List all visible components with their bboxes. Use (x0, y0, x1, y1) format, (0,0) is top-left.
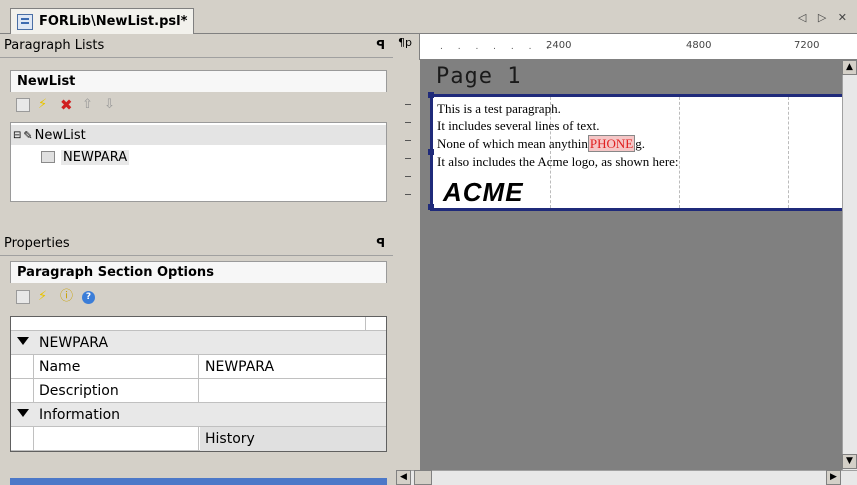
property-value[interactable] (200, 379, 205, 403)
tree-root-item[interactable]: ⊟ ✎ NewList (11, 125, 386, 145)
lightning-icon[interactable]: ⚡ (38, 98, 52, 112)
horizontal-ruler[interactable]: ¶p 2400 4800 7200 . . . . . . . (396, 34, 857, 60)
properties-toolbar: ⚡ ⓘ ? (10, 284, 387, 310)
selection-bar (10, 478, 387, 485)
paragraph-list-name: NewList (10, 70, 387, 92)
grid-header-row (11, 316, 386, 331)
scroll-up-icon[interactable]: ▲ (842, 60, 857, 75)
tree-child-label: NEWPARA (61, 149, 130, 165)
collapse-icon[interactable]: ⊟ (13, 130, 21, 141)
phone-field[interactable]: PHONE (587, 135, 636, 152)
document-tab[interactable]: FORLib\NewList.psl* (10, 8, 195, 34)
info-icon[interactable]: ⓘ (60, 290, 74, 304)
paragraph-lists-header: Paragraph Lists ꟼ (0, 34, 393, 58)
properties-section-title: Paragraph Section Options (10, 261, 387, 283)
delete-icon[interactable]: ✖ (60, 98, 74, 113)
pen-icon: ✎ (23, 128, 33, 142)
tree-root-label: NewList (34, 127, 86, 143)
tab-navigation-arrows[interactable]: ◁ ▷ ✕ (798, 11, 851, 24)
property-row-history[interactable]: History (11, 426, 386, 451)
scroll-down-icon[interactable]: ▼ (842, 454, 857, 469)
horizontal-scrollbar[interactable]: ◀ ▶ (396, 470, 857, 485)
paragraph-lists-title: Paragraph Lists (4, 38, 105, 53)
ruler-tick: 4800 (686, 40, 712, 51)
properties-header: Properties ꟼ (0, 232, 393, 256)
property-grid: NEWPARA Name NEWPARA Description Informa… (10, 316, 387, 452)
vertical-scrollbar[interactable]: ▲ ▼ (842, 60, 857, 470)
move-down-icon[interactable]: ⇩ (104, 98, 118, 112)
left-pane: Paragraph Lists ꟼ NewList ⚡ ✖ ⇧ ⇩ ⊟ ✎ Ne… (0, 34, 393, 485)
category-row-information[interactable]: Information (11, 403, 386, 427)
scroll-thumb[interactable] (414, 470, 432, 485)
paragraph-line-with-field: None of which mean anythin PHONE g. (437, 135, 645, 152)
editor-pane: ¶p 2400 4800 7200 . . . . . . . Page 1 T… (396, 34, 857, 485)
document-tab-label: FORLib\NewList.psl* (39, 14, 188, 29)
paragraph-list-toolbar: ⚡ ✖ ⇧ ⇩ (10, 92, 387, 118)
pin-icon[interactable]: ꟼ (376, 38, 385, 52)
category-label: Information (39, 406, 121, 423)
insert-image-icon[interactable] (16, 290, 30, 304)
history-button[interactable]: History (200, 426, 386, 451)
paragraph-line: It also includes the Acme logo, as shown… (437, 154, 679, 169)
ruler-dots: . . . . . . . (440, 42, 556, 52)
property-value[interactable]: NEWPARA (200, 355, 274, 379)
category-row-newpara[interactable]: NEWPARA (11, 331, 386, 355)
app-window: FORLib\NewList.psl* ◁ ▷ ✕ Paragraph List… (0, 0, 857, 485)
page-title: Page 1 (436, 64, 522, 89)
properties-title: Properties (4, 236, 70, 251)
paragraph-line: It includes several lines of text. (437, 118, 600, 133)
property-name: Name (33, 354, 199, 379)
acme-logo[interactable]: ACME (443, 177, 524, 208)
ruler-tick: 7200 (794, 40, 820, 51)
property-name: Description (33, 378, 199, 403)
ruler-corner: ¶p (396, 34, 420, 60)
tree-child-item[interactable]: NEWPARA (11, 147, 386, 167)
collapse-triangle-icon[interactable] (17, 409, 29, 417)
paragraph-icon (41, 151, 55, 163)
page-canvas: Page 1 This is a test paragraph. It incl… (420, 60, 845, 470)
paragraph-line: This is a test paragraph. (437, 101, 561, 116)
vertical-ruler[interactable] (396, 60, 420, 470)
property-row-name[interactable]: Name NEWPARA (11, 354, 386, 379)
document-list-icon (17, 13, 33, 30)
pin-icon[interactable]: ꟼ (376, 236, 385, 250)
category-label: NEWPARA (39, 334, 109, 351)
paragraph-tree: ⊟ ✎ NewList NEWPARA (10, 122, 387, 202)
move-up-icon[interactable]: ⇧ (82, 98, 96, 112)
collapse-triangle-icon[interactable] (17, 337, 29, 345)
document-tab-bar: FORLib\NewList.psl* ◁ ▷ ✕ (0, 0, 857, 34)
property-row-description[interactable]: Description (11, 378, 386, 403)
scroll-left-icon[interactable]: ◀ (396, 470, 411, 485)
lightning-icon[interactable]: ⚡ (38, 290, 52, 304)
help-icon[interactable]: ? (82, 290, 95, 304)
paragraph-frame[interactable]: This is a test paragraph. It includes se… (428, 92, 845, 211)
insert-image-icon[interactable] (16, 98, 30, 112)
scroll-right-icon[interactable]: ▶ (826, 470, 841, 485)
